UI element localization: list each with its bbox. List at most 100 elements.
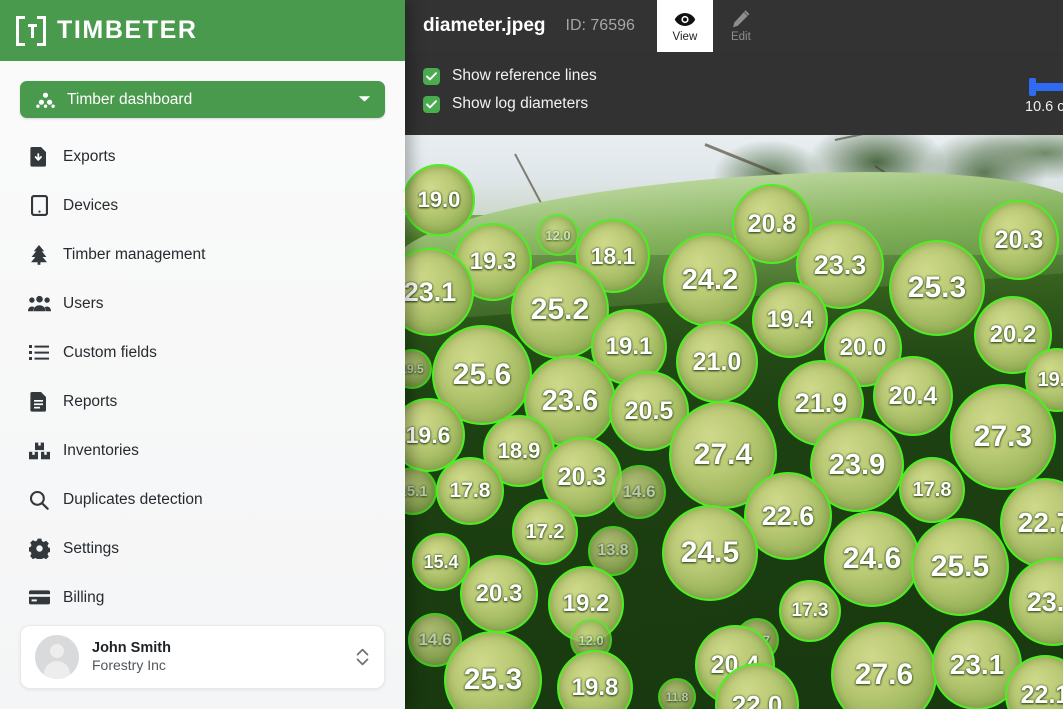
log-diameter-label: 27.4 xyxy=(693,438,753,471)
log-diameter-label: 15.1 xyxy=(405,482,428,500)
log-marker[interactable]: 17.8 xyxy=(436,457,504,525)
log-diameter-label: 19.4 xyxy=(766,306,814,333)
slider-min-label: 10.6 cm xyxy=(1025,99,1063,115)
sidebar-item-timber-dashboard[interactable]: Timber dashboard xyxy=(20,81,385,118)
log-marker[interactable]: 17.2 xyxy=(512,499,578,565)
log-marker[interactable]: 25.3 xyxy=(889,240,985,336)
sidebar-item-label: Duplicates detection xyxy=(63,490,203,508)
slider-track[interactable] xyxy=(1029,78,1063,96)
log-diameter-label: 23.1 xyxy=(949,649,1005,680)
log-diameter-label: 14.6 xyxy=(418,630,452,649)
log-diameter-label: 19.5 xyxy=(405,362,424,376)
log-marker[interactable]: 17.3 xyxy=(779,580,841,642)
slider-percent: 100% xyxy=(1025,60,1063,77)
brand-name: TIMBETER xyxy=(57,16,198,44)
boxes-icon xyxy=(26,440,52,462)
log-diameter-label: 20.3 xyxy=(475,580,523,607)
sidebar-item-users[interactable]: Users xyxy=(20,279,385,328)
sidebar-item-reports[interactable]: Reports xyxy=(20,377,385,426)
log-marker[interactable]: 19.0 xyxy=(405,164,475,236)
pencil-icon xyxy=(731,9,751,29)
log-diameter-label: 13.8 xyxy=(597,542,629,559)
log-diameter-label: 21.9 xyxy=(794,387,848,418)
avatar xyxy=(35,635,79,679)
log-marker[interactable]: 24.6 xyxy=(824,511,920,607)
tree-icon xyxy=(26,244,52,266)
checkbox-checked-icon[interactable] xyxy=(423,95,440,113)
log-marker[interactable]: 27.3 xyxy=(950,384,1056,490)
user-info: John Smith Forestry Inc xyxy=(92,639,355,675)
log-marker[interactable]: 25.5 xyxy=(911,518,1009,616)
sidebar-item-label: Users xyxy=(63,294,104,312)
checkbox-checked-icon[interactable] xyxy=(423,67,440,85)
log-diameter-label: 22.6 xyxy=(761,500,815,531)
log-marker[interactable]: 17.8 xyxy=(899,457,965,523)
log-diameter-label: 23.3 xyxy=(813,249,867,280)
log-marker[interactable]: 14.6 xyxy=(612,465,666,519)
log-marker[interactable]: 24.5 xyxy=(662,505,758,601)
log-diameter-label: 11.8 xyxy=(665,690,689,704)
log-marker[interactable]: 20.3 xyxy=(979,200,1059,280)
log-diameter-label: 24.6 xyxy=(842,542,902,575)
sidebar-item-settings[interactable]: Settings xyxy=(20,524,385,573)
tab-edit[interactable]: Edit xyxy=(713,0,769,52)
gear-icon xyxy=(26,538,52,560)
log-diameter-label: 22.7 xyxy=(1017,507,1063,538)
user-account-card[interactable]: John Smith Forestry Inc xyxy=(20,625,385,689)
timber-dashboard-icon xyxy=(34,89,56,111)
users-icon xyxy=(26,293,52,315)
chevron-down-icon[interactable] xyxy=(358,94,371,106)
log-diameter-label: 17.8 xyxy=(449,479,491,502)
log-diameter-label: 20.3 xyxy=(557,462,607,491)
log-diameter-label: 27.3 xyxy=(973,420,1033,453)
log-diameter-label: 20.3 xyxy=(994,225,1044,254)
log-diameter-label: 25.3 xyxy=(907,271,967,304)
chevron-up-down-icon[interactable] xyxy=(355,646,370,668)
viewer-tabs: View Edit xyxy=(656,0,769,52)
sidebar-item-label: Settings xyxy=(63,539,120,557)
slider-end-labels: 10.6 cm 38.7 cm xyxy=(1025,99,1063,115)
log-marker[interactable]: 21.0 xyxy=(676,321,758,403)
sidebar-item-devices[interactable]: Devices xyxy=(20,181,385,230)
log-diameter-label: 25.3 xyxy=(463,663,523,696)
sidebar-item-billing[interactable]: Billing xyxy=(20,573,385,617)
sidebar-item-exports[interactable]: Exports xyxy=(20,132,385,181)
log-marker[interactable]: 20.4 xyxy=(873,356,953,436)
log-diameter-label: 15.4 xyxy=(423,551,459,572)
sidebar-item-custom-fields[interactable]: Custom fields xyxy=(20,328,385,377)
log-marker[interactable]: 12.0 xyxy=(537,214,579,256)
log-marker[interactable]: 20.3 xyxy=(460,555,538,633)
checkbox-show-reference-lines[interactable]: Show reference lines xyxy=(423,62,597,90)
log-diameter-label: 19.6 xyxy=(405,421,451,448)
log-diameter-label: 20.8 xyxy=(747,209,797,238)
log-diameter-label: 19.1 xyxy=(605,333,653,360)
log-diameter-label: 24.2 xyxy=(681,263,739,296)
log-diameter-label: 25.2 xyxy=(530,293,590,326)
sidebar-item-label: Timber dashboard xyxy=(67,90,193,108)
sidebar-item-duplicates-detection[interactable]: Duplicates detection xyxy=(20,475,385,524)
checkbox-label: Show log diameters xyxy=(452,95,589,112)
log-diameter-label: 22.0 xyxy=(731,689,783,709)
sidebar-item-inventories[interactable]: Inventories xyxy=(20,426,385,475)
log-diameter-label: 18.9 xyxy=(497,438,541,463)
log-marker[interactable]: 11.8 xyxy=(658,678,696,709)
diameter-range-slider[interactable]: 100% 10.6 cm 38.7 cm xyxy=(1025,60,1063,115)
timbeter-bracket-logo-icon xyxy=(16,15,46,46)
log-diameter-label: 22.1 xyxy=(1020,680,1063,709)
slider-handle-min[interactable] xyxy=(1029,78,1036,96)
log-marker[interactable]: 19.4 xyxy=(752,282,828,358)
eye-icon xyxy=(674,9,696,29)
tab-view[interactable]: View xyxy=(656,0,713,52)
log-diameter-label: 23.4 xyxy=(1026,586,1063,617)
file-name: diameter.jpeg xyxy=(423,15,546,36)
tab-label: View xyxy=(672,31,698,43)
sidebar: TIMBETER Timber dashboard Exports Device… xyxy=(0,0,405,709)
checkbox-show-log-diameters[interactable]: Show log diameters xyxy=(423,90,597,118)
sidebar-item-timber-management[interactable]: Timber management xyxy=(20,230,385,279)
log-marker[interactable]: 24.2 xyxy=(663,233,757,327)
log-diameter-label: 23.1 xyxy=(405,276,457,307)
sidebar-item-label: Timber management xyxy=(63,245,206,263)
timber-photo[interactable]: 19.0 12.0 19.3 18.1 20.8 23.3 20.3 23.1 24.2 25.3… xyxy=(405,135,1063,709)
sidebar-nav: Timber dashboard Exports Devices Timber … xyxy=(0,61,405,617)
user-org: Forestry Inc xyxy=(92,657,166,674)
